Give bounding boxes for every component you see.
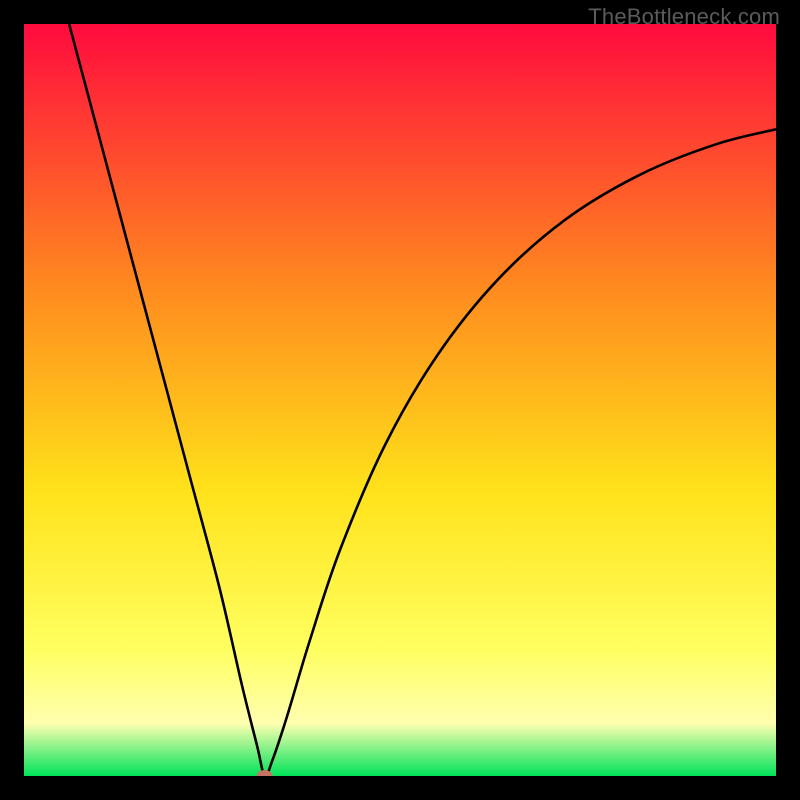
gradient-background	[24, 24, 776, 776]
chart-svg	[24, 24, 776, 776]
plot-area	[24, 24, 776, 776]
chart-container: TheBottleneck.com	[0, 0, 800, 800]
